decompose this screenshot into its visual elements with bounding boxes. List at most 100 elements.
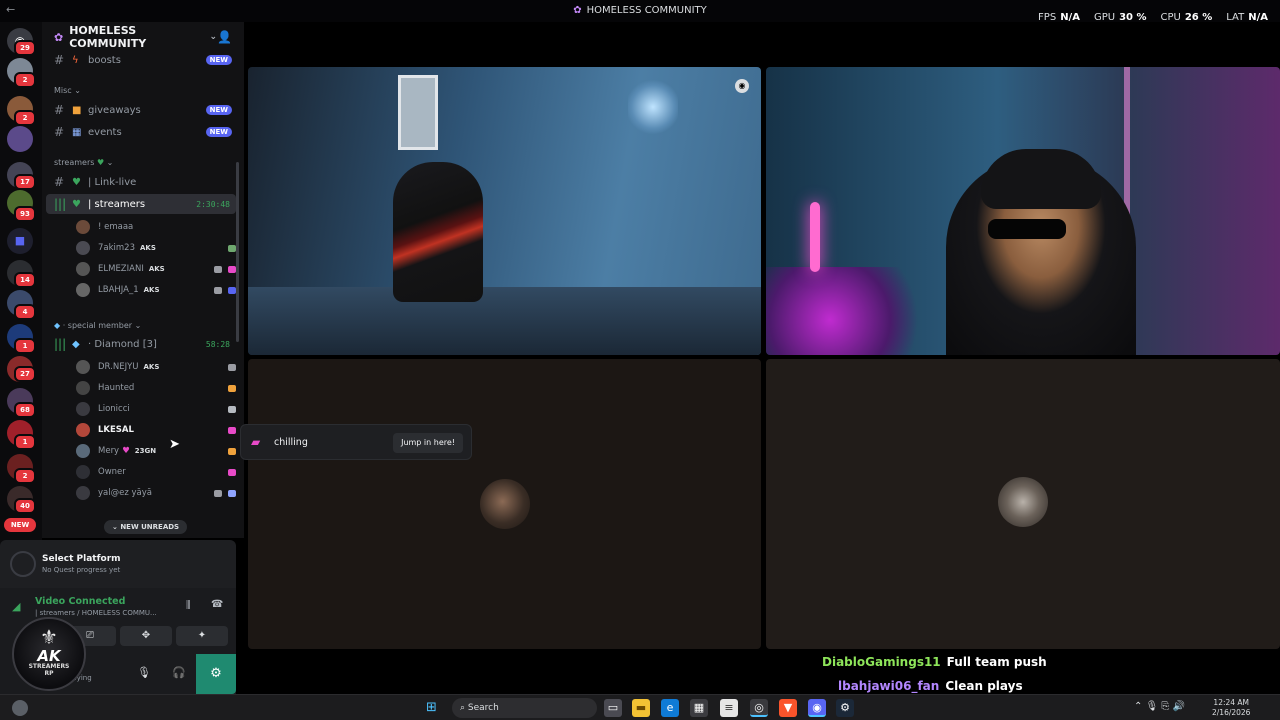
voice-live-icon: ||| [54, 197, 67, 211]
voice-member-highlighted[interactable]: LKESAL [76, 421, 236, 439]
server-badge: 2 [14, 468, 36, 484]
category-special-member[interactable]: ◆ · special member ⌄ [54, 321, 141, 330]
voice-member[interactable]: Owner [76, 463, 236, 481]
notepad-icon[interactable]: ≡ [720, 699, 738, 717]
noise-suppression-icon[interactable]: ⫼ [186, 600, 191, 611]
avatar [76, 423, 90, 437]
server-badge: 4 [14, 304, 36, 320]
video-tile-3[interactable] [248, 359, 761, 649]
activity-icon [228, 426, 236, 434]
logo-text: AK [37, 647, 61, 665]
signal-icon[interactable]: ◢ [12, 600, 20, 613]
voice-member[interactable]: yal@ez yāyā [76, 484, 236, 502]
bolt-icon: ϟ [72, 54, 79, 66]
widgets-icon[interactable] [12, 700, 28, 716]
avatar [76, 262, 90, 276]
discord-icon[interactable]: ◉ [808, 699, 826, 717]
voice-member[interactable]: ELMEZIANI AKS [76, 260, 236, 278]
store-icon[interactable]: ▦ [690, 699, 708, 717]
voice-location[interactable]: | streamers / HOMELESS COMMU... [35, 609, 157, 617]
disconnect-icon[interactable]: ☎ [211, 599, 223, 610]
settings-gear-icon[interactable]: ⚙ [196, 654, 236, 694]
system-tray[interactable]: ⌃ 🎙 ⎘ 🔊 [1134, 701, 1185, 712]
channel-scrollbar[interactable] [236, 162, 239, 342]
jump-in-button[interactable]: Jump in here! [393, 433, 463, 453]
server-badge: 40 [14, 498, 36, 514]
voice-channel-diamond[interactable]: ||| ◆ · Diamond [3] 58:28 [46, 334, 236, 354]
invite-people-icon[interactable]: 👤 [217, 30, 232, 44]
gift-icon: ■ [72, 104, 82, 116]
voice-member[interactable]: 7akim23 AKS [76, 239, 236, 257]
quest-title: Select Platform [42, 554, 121, 564]
voice-status: Video Connected [35, 596, 126, 607]
video-tile-4[interactable] [766, 359, 1280, 649]
new-unreads-pill[interactable]: ⌄ NEW UNREADS [104, 520, 188, 534]
server-badge: 1 [14, 434, 36, 450]
brave-icon[interactable]: ▼ [779, 699, 797, 717]
calendar-icon: ▦ [72, 126, 82, 138]
microphone-icon[interactable]: 🎙 [137, 666, 151, 679]
server-badge: 14 [14, 272, 36, 288]
video-tile-2[interactable] [766, 67, 1280, 355]
activity-icon [228, 489, 236, 497]
avatar [76, 465, 90, 479]
video-tile-1[interactable]: ◉ [248, 67, 761, 355]
server-badge: 93 [14, 206, 36, 222]
chevron-down-icon[interactable]: ⌄ [210, 32, 218, 42]
voice-member[interactable]: ! emaaa [76, 218, 236, 236]
server-badge: 29 [14, 40, 36, 56]
avatar [76, 402, 90, 416]
server-icon-3[interactable] [7, 126, 33, 152]
windows-taskbar: ⊞ ⌕ Search ▭ ▬ e ▦ ≡ ◎ ▼ ◉ ⚙ ⌃ 🎙 ⎘ 🔊 12:… [0, 694, 1280, 720]
wall-frame [398, 75, 438, 150]
desk [248, 287, 761, 355]
edge-icon[interactable]: e [661, 699, 679, 717]
participant-avatar [480, 479, 530, 529]
avatar [76, 241, 90, 255]
eagle-icon: ⚜ [40, 625, 58, 649]
obs-icon[interactable]: ◎ [750, 699, 768, 717]
activity-popup: ▰ chilling Jump in here! [240, 424, 472, 460]
channel-boosts[interactable]: # ϟ boosts NEW [46, 50, 236, 70]
voice-channel-streamers[interactable]: ||| ♥ | streamers 2:30:48 [46, 194, 236, 214]
voice-timer: 2:30:48 [196, 199, 230, 209]
hash-icon: # [54, 125, 65, 139]
new-server-pill[interactable]: NEW [4, 518, 36, 532]
green-heart-icon: ♥ [72, 176, 81, 188]
category-streamers[interactable]: streamers ♥ ⌄ [54, 158, 113, 167]
channel-events[interactable]: # ▦ events NEW [46, 122, 236, 142]
server-header[interactable]: ✿ HOMELESS COMMUNITY ⌄ 👤 [42, 22, 244, 52]
folder-icon[interactable]: ■ [7, 228, 33, 254]
taskbar-search[interactable]: ⌕ Search [452, 698, 597, 718]
windows-start-icon[interactable]: ⊞ [426, 700, 437, 715]
activity-icon [228, 265, 236, 273]
activity-icon [228, 447, 236, 455]
soundboard-button[interactable]: ✦ [176, 626, 228, 646]
avatar [76, 486, 90, 500]
category-misc[interactable]: Misc ⌄ [54, 86, 81, 95]
voice-member[interactable]: Lionicci [76, 400, 236, 418]
task-view-icon[interactable]: ▭ [604, 699, 622, 717]
server-badge: 1 [14, 338, 36, 354]
taskbar-clock[interactable]: 12:24 AM 2/16/2026 [1212, 698, 1250, 718]
channel-giveaways[interactable]: # ■ giveaways NEW [46, 100, 236, 120]
activity-icon [228, 405, 236, 413]
hash-icon: # [54, 103, 65, 117]
voice-member[interactable]: Haunted [76, 379, 236, 397]
new-badge: NEW [205, 55, 232, 65]
new-badge: NEW [205, 105, 232, 115]
tile-status-icon[interactable]: ◉ [735, 79, 749, 93]
voice-member[interactable]: LBAHJA_1 AKS [76, 281, 236, 299]
file-explorer-icon[interactable]: ▬ [632, 699, 650, 717]
quest-panel[interactable]: Select Platform No Quest progress yet [0, 540, 236, 588]
voice-live-icon: ||| [54, 337, 67, 351]
channel-link-live[interactable]: # ♥ | Link-live [46, 172, 236, 192]
avatar [76, 220, 90, 234]
voice-member[interactable]: Mery ♥ 23GN [76, 442, 236, 460]
chat-message: DiabloGamings11 Full team push [822, 655, 1047, 669]
activity-icon [228, 468, 236, 476]
activities-button[interactable]: ✥ [120, 626, 172, 646]
steam-icon[interactable]: ⚙ [836, 699, 854, 717]
voice-member[interactable]: DR.NEJYU AKS [76, 358, 236, 376]
headphones-icon[interactable]: 🎧 [172, 666, 186, 679]
